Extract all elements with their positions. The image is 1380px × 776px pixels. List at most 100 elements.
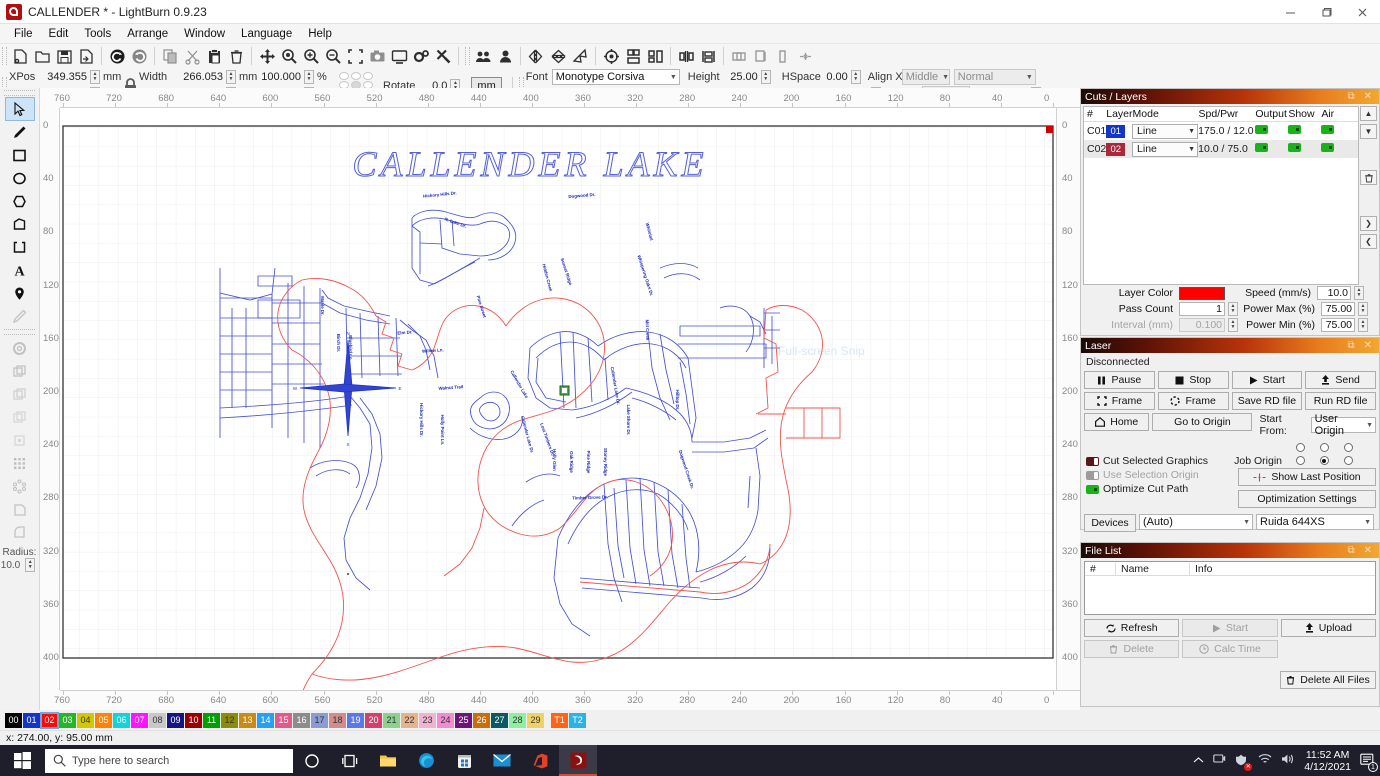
palette-swatch-T1[interactable]: T1 (551, 712, 568, 728)
device-auto-select[interactable]: (Auto) ▼ (1139, 514, 1253, 530)
move-left-icon[interactable]: ❮ (1360, 234, 1377, 249)
file-delete-button[interactable]: Delete (1084, 640, 1180, 658)
edge-icon[interactable] (407, 745, 445, 776)
set-origin-icon[interactable] (600, 45, 622, 67)
pause-button[interactable]: Pause (1084, 371, 1155, 389)
palette-swatch-15[interactable]: 15 (275, 712, 292, 728)
mirror-vertical-icon[interactable] (547, 45, 569, 67)
chevron-up-icon[interactable] (1193, 755, 1204, 767)
polygon-tool[interactable] (6, 190, 34, 212)
office-icon[interactable] (521, 745, 559, 776)
font-select[interactable]: Monotype Corsiva ▼ (551, 69, 680, 85)
table-row[interactable]: C02 02 Line ▼ 10.0 / 75.0 (1084, 140, 1358, 158)
device-name-select[interactable]: Ruida 644XS ▼ (1256, 514, 1374, 530)
hspace-spinner[interactable]: ▲ ▼ (850, 70, 861, 84)
palette-swatch-09[interactable]: 09 (167, 712, 184, 728)
rectangle-tool[interactable] (6, 144, 34, 166)
use-selection-origin-toggle[interactable]: Use Selection Origin (1086, 468, 1234, 482)
text-tool[interactable]: A (6, 259, 34, 281)
go-to-origin-button[interactable]: Go to Origin (1152, 413, 1253, 431)
cut-icon[interactable] (181, 45, 203, 67)
width-value[interactable]: 266.053 (177, 71, 223, 83)
xpos-value[interactable]: 349.355 (43, 71, 87, 83)
zoom-fit-icon[interactable] (278, 45, 300, 67)
file-list-title-bar[interactable]: File List ⧉ ✕ (1081, 543, 1379, 558)
ungroup-icon[interactable] (494, 45, 516, 67)
palette-swatch-04[interactable]: 04 (77, 712, 94, 728)
interval-value[interactable]: 0.100 (1179, 318, 1225, 332)
row-show-toggle[interactable] (1288, 143, 1302, 152)
power-min-spinner[interactable]: ▲ ▼ (1358, 318, 1368, 332)
windows-start-icon[interactable] (0, 745, 45, 776)
device-settings-icon[interactable] (410, 45, 432, 67)
delete-all-files-button[interactable]: Delete All Files (1280, 671, 1376, 689)
palette-swatch-14[interactable]: 14 (257, 712, 274, 728)
menu-item-window[interactable]: Window (176, 26, 233, 42)
toolbar-grip-2[interactable] (465, 47, 470, 65)
pass-count-value[interactable]: 1 (1179, 302, 1225, 316)
frame-preview-icon[interactable] (388, 45, 410, 67)
zoom-out-icon[interactable] (322, 45, 344, 67)
palette-swatch-24[interactable]: 24 (437, 712, 454, 728)
run-rd-file-button[interactable]: Run RD file (1305, 392, 1376, 410)
lightburn-taskbar-icon[interactable] (559, 745, 597, 776)
stop-button[interactable]: Stop (1157, 371, 1229, 389)
flip-icon[interactable] (569, 45, 591, 67)
xpos-spinner[interactable]: ▲ ▼ (90, 70, 100, 84)
frame-square-button[interactable]: Frame (1084, 392, 1155, 410)
volume-icon[interactable] (1281, 753, 1295, 768)
taskbar-clock[interactable]: 11:52 AM 4/12/2021 (1304, 749, 1351, 773)
security-icon[interactable]: ✕ (1235, 753, 1253, 771)
move-down-icon[interactable]: ▼ (1360, 124, 1377, 139)
new-file-icon[interactable] (9, 45, 31, 67)
zoom-in-icon[interactable] (300, 45, 322, 67)
pen-tool[interactable] (6, 121, 34, 143)
corner-trim-tool[interactable] (6, 498, 34, 520)
text-style-select[interactable]: Normal ▼ (953, 69, 1036, 85)
group-icon[interactable] (472, 45, 494, 67)
row-air-toggle[interactable] (1321, 125, 1335, 134)
job-origin-mc[interactable] (1319, 456, 1329, 465)
menu-item-help[interactable]: Help (300, 26, 340, 42)
palette-swatch-17[interactable]: 17 (311, 712, 328, 728)
laser-close-icon[interactable]: ✕ (1364, 340, 1372, 351)
anchor-tc[interactable] (351, 72, 361, 80)
mail-icon[interactable] (483, 745, 521, 776)
notification-center-icon[interactable]: 1 (1360, 753, 1378, 772)
move-right-icon[interactable]: ❯ (1360, 216, 1377, 231)
palette-swatch-05[interactable]: 05 (95, 712, 112, 728)
minimize-button[interactable] (1272, 0, 1308, 24)
text-height-spinner[interactable]: ▲ ▼ (760, 70, 771, 84)
palette-swatch-16[interactable]: 16 (293, 712, 310, 728)
open-folder-icon[interactable] (31, 45, 53, 67)
boolean-subtract-tool[interactable] (6, 383, 34, 405)
width-spinner[interactable]: ▲ ▼ (226, 70, 236, 84)
zoom-selection-icon[interactable] (344, 45, 366, 67)
save-rd-file-button[interactable]: Save RD file (1231, 392, 1303, 410)
task-view-icon[interactable] (331, 745, 369, 776)
design-canvas[interactable]: Full-screen Snip CALLENDER LAKE N S E W … (60, 108, 1056, 690)
palette-swatch-18[interactable]: 18 (329, 712, 346, 728)
job-origin-ml[interactable] (1295, 456, 1305, 465)
palette-swatch-12[interactable]: 12 (221, 712, 238, 728)
network-icon[interactable] (1258, 753, 1272, 768)
ellipse-tool[interactable] (6, 167, 34, 189)
weld-icon[interactable] (728, 45, 750, 67)
layer-color-swatch[interactable] (1179, 286, 1225, 300)
show-last-position-button[interactable]: Show Last Position (1238, 468, 1376, 486)
boolean-intersect-tool[interactable] (6, 406, 34, 428)
devices-button[interactable]: Devices (1084, 514, 1136, 532)
palette-swatch-19[interactable]: 19 (347, 712, 364, 728)
select-tool[interactable] (4, 97, 35, 121)
file-explorer-icon[interactable] (369, 745, 407, 776)
start-button[interactable]: Start (1231, 371, 1303, 389)
move-up-icon[interactable]: ▲ (1360, 106, 1377, 121)
array-tool[interactable] (6, 452, 34, 474)
ruler-right[interactable]: 0 40 80 120 160 200 240 280 320 360 400 (1056, 108, 1080, 690)
row-layer-swatch[interactable]: 02 (1106, 142, 1126, 156)
menu-item-arrange[interactable]: Arrange (119, 26, 176, 42)
toolbar-grip[interactable] (2, 47, 7, 65)
row-spdpwr[interactable]: 10.0 / 75.0 (1198, 143, 1255, 155)
ruler-top[interactable]: 760 720 680 640 600 560 520 480 440 400 360 320 280 2… (54, 88, 1080, 108)
cut-selected-graphics-toggle[interactable]: Cut Selected Graphics (1086, 454, 1234, 468)
